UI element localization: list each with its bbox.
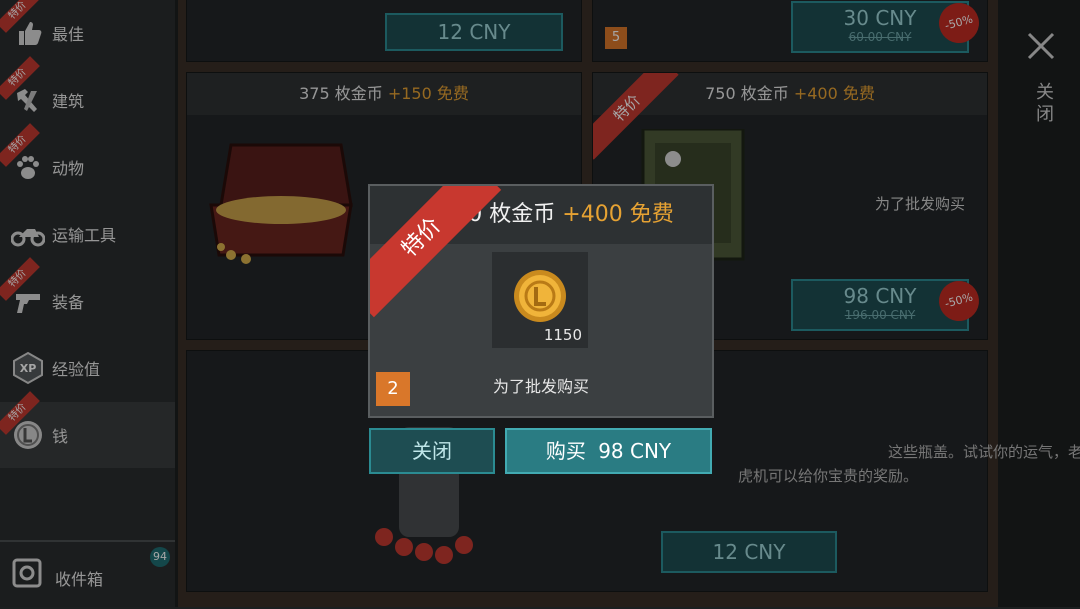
bonus-amount: +400 免费 bbox=[562, 202, 674, 227]
buy-label: 购买 bbox=[545, 439, 586, 463]
gold-coin-icon bbox=[512, 268, 568, 324]
dialog-close-button[interactable]: 关闭 bbox=[369, 428, 495, 474]
quantity-badge: 2 bbox=[376, 372, 410, 406]
purchase-dialog: 0 枚金币 +400 免费 特价 1150 为了批发购买 2 bbox=[368, 184, 714, 418]
dialog-subtitle: 为了批发购买 bbox=[492, 377, 589, 396]
coin-reward-tile: 1150 bbox=[492, 252, 588, 348]
buy-button[interactable]: 购买 98 CNY bbox=[505, 428, 712, 474]
buy-price: 98 CNY bbox=[598, 439, 672, 463]
coin-quantity: 1150 bbox=[543, 326, 582, 344]
